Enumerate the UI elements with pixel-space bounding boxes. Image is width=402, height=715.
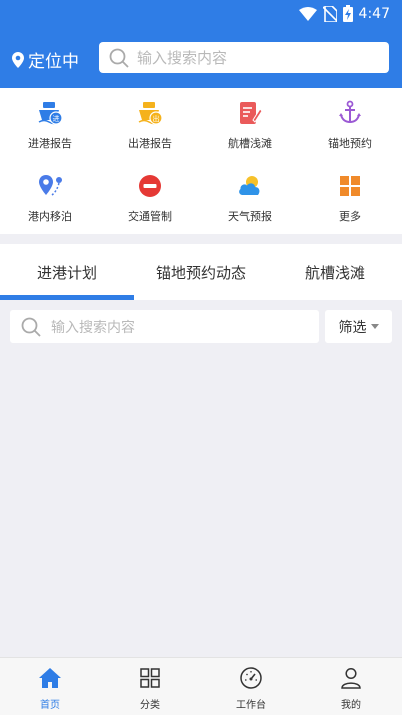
ship-out-icon: 出 <box>138 102 163 125</box>
nav-label: 工作台 <box>236 700 266 711</box>
grid-item-more[interactable]: 更多 <box>300 173 400 224</box>
grid-item-label: 进港报告 <box>28 137 72 150</box>
no-sim-icon <box>322 5 337 22</box>
tab-anchorage-booking-status[interactable]: 锚地预约动态 <box>134 244 268 300</box>
location-text: 定位中 <box>28 52 79 72</box>
grid-item-weather-forecast[interactable]: 天气预报 <box>200 173 300 224</box>
nav-label: 我的 <box>341 700 361 711</box>
grid-item-channel-shoal[interactable]: 航槽浅滩 <box>200 100 300 151</box>
content-tabs: 进港计划 锚地预约动态 航槽浅滩 <box>0 244 402 300</box>
nav-home[interactable]: 首页 <box>0 658 100 715</box>
grid-item-port-entry-report[interactable]: 进 进港报告 <box>0 100 100 151</box>
search-placeholder: 输入搜索内容 <box>137 49 228 67</box>
nav-label: 分类 <box>140 700 160 711</box>
status-time: 4:47 <box>358 5 390 22</box>
nav-label: 首页 <box>40 700 60 711</box>
svg-text:进: 进 <box>53 115 60 123</box>
grid-item-label: 锚地预约 <box>328 137 372 150</box>
search-icon <box>109 48 129 68</box>
grid-item-label: 天气预报 <box>228 210 272 223</box>
battery-charging-icon <box>342 5 353 22</box>
search-icon <box>21 317 41 337</box>
filter-dropdown[interactable]: 筛选 <box>325 310 392 343</box>
weather-cloud-icon <box>239 176 260 195</box>
filter-bar: 输入搜索内容 筛选 <box>0 300 402 356</box>
grid-item-traffic-control[interactable]: 交通管制 <box>100 173 200 224</box>
search-placeholder: 输入搜索内容 <box>51 319 135 336</box>
location-pin-icon <box>12 51 24 68</box>
header-search-input[interactable]: 输入搜索内容 <box>99 42 389 73</box>
nav-mine[interactable]: 我的 <box>301 658 401 715</box>
svg-text:出: 出 <box>153 114 160 123</box>
more-grid-icon <box>340 176 360 196</box>
grid-item-anchorage-booking[interactable]: 锚地预约 <box>300 100 400 151</box>
home-icon <box>39 668 61 688</box>
location-selector[interactable]: 定位中 <box>12 47 79 72</box>
grid-item-label: 航槽浅滩 <box>228 137 272 150</box>
quick-function-grid: 进 进港报告 出 出港报告 航槽浅滩 锚地预约 港内移泊 交通管制 天气预报 更… <box>0 88 402 234</box>
channel-note-icon <box>240 102 263 124</box>
filter-label: 筛选 <box>338 319 367 336</box>
status-bar: 4:47 <box>0 0 402 28</box>
grid-item-berth-shift[interactable]: 港内移泊 <box>0 173 100 224</box>
ship-in-icon: 进 <box>38 102 63 125</box>
caret-down-icon <box>370 324 379 329</box>
no-entry-icon <box>139 175 161 197</box>
grid-item-label: 出港报告 <box>128 137 172 150</box>
app-header: 4:47 定位中 输入搜索内容 <box>0 0 402 88</box>
user-icon <box>341 667 361 689</box>
wifi-icon <box>298 6 317 21</box>
route-pin-icon <box>39 175 62 196</box>
grid-item-label: 更多 <box>339 210 361 223</box>
grid-item-label: 交通管制 <box>128 210 172 223</box>
tab-label: 航槽浅滩 <box>304 263 365 282</box>
grid-item-port-exit-report[interactable]: 出 出港报告 <box>100 100 200 151</box>
tab-label: 进港计划 <box>36 263 97 282</box>
tab-channel-shoal[interactable]: 航槽浅滩 <box>268 244 402 300</box>
nav-workbench[interactable]: 工作台 <box>201 658 301 715</box>
list-search-input[interactable]: 输入搜索内容 <box>10 310 319 343</box>
category-grid-icon <box>140 668 160 688</box>
tab-label: 锚地预约动态 <box>155 263 246 282</box>
grid-item-label: 港内移泊 <box>28 210 72 223</box>
bottom-navigation: 首页 分类 工作台 我的 <box>0 657 402 715</box>
anchor-icon <box>339 100 361 124</box>
dashboard-gauge-icon <box>240 667 262 689</box>
tab-port-entry-plan[interactable]: 进港计划 <box>0 244 134 300</box>
nav-category[interactable]: 分类 <box>100 658 200 715</box>
